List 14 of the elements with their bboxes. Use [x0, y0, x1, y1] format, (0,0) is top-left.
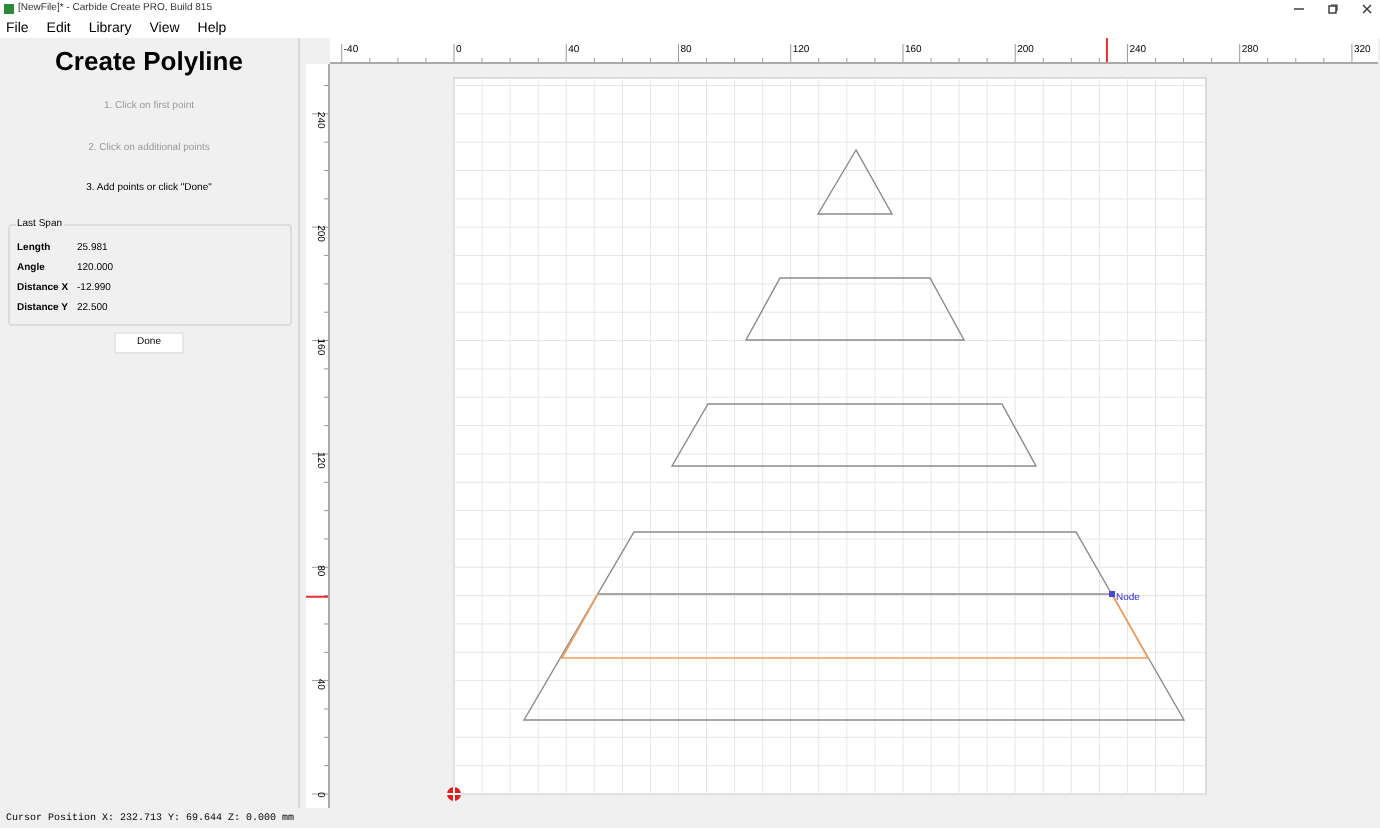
polyline-preview[interactable] [560, 593, 1150, 659]
minimize-icon[interactable] [1294, 4, 1304, 14]
trapezoid-shape[interactable] [670, 403, 1038, 467]
cursor-marker [306, 595, 330, 598]
app-icon [4, 4, 14, 14]
close-icon[interactable] [1362, 4, 1372, 14]
node-handle[interactable] [1109, 591, 1115, 597]
trapezoid-shape[interactable] [522, 531, 1186, 721]
restore-icon[interactable] [1328, 4, 1338, 14]
trapezoid-shape[interactable] [744, 277, 966, 341]
panel-title: Create Polyline [55, 46, 243, 79]
cursor-marker [1105, 38, 1108, 64]
origin-icon [446, 786, 462, 802]
triangle-shape[interactable] [816, 148, 894, 215]
